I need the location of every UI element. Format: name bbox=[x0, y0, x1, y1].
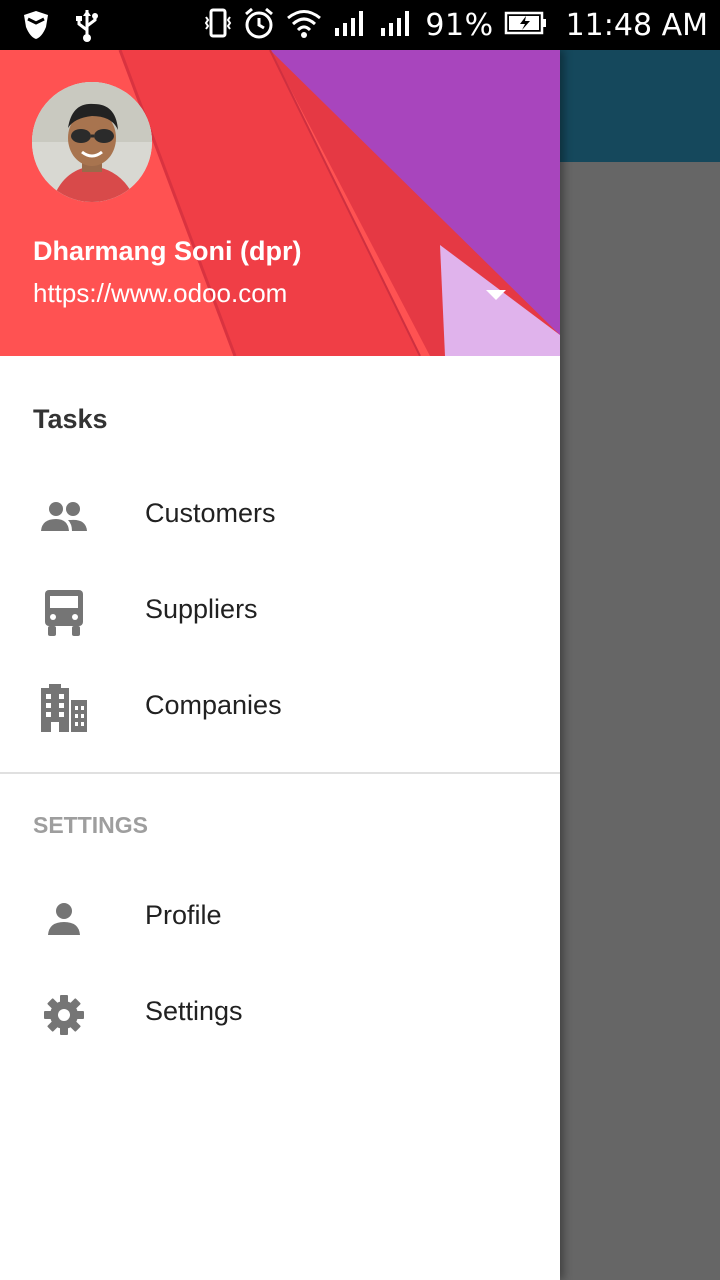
gear-icon bbox=[36, 990, 92, 1040]
nav-item-profile[interactable]: Profile bbox=[0, 870, 560, 966]
nav-item-label: Settings bbox=[145, 996, 243, 1026]
navigation-drawer: Dharmang Soni (dpr) https://www.odoo.com… bbox=[0, 50, 560, 1280]
chevron-down-icon[interactable] bbox=[484, 288, 508, 302]
nav-item-companies[interactable]: Companies bbox=[0, 660, 560, 756]
nav-item-settings[interactable]: Settings bbox=[0, 966, 560, 1062]
status-bar: 91% 11:48 AM bbox=[0, 0, 720, 50]
building-icon bbox=[36, 684, 92, 734]
nav-item-label: Profile bbox=[145, 900, 222, 930]
drawer-scrim[interactable] bbox=[560, 162, 720, 1280]
drawer-header[interactable]: Dharmang Soni (dpr) https://www.odoo.com bbox=[0, 50, 560, 356]
app-bar bbox=[560, 50, 720, 162]
nav-item-customers[interactable]: Customers bbox=[0, 468, 560, 564]
section-title-tasks: Tasks bbox=[33, 404, 108, 434]
nav-item-label: Customers bbox=[145, 498, 276, 528]
signal-2-icon bbox=[379, 8, 415, 43]
clock: 11:48 AM bbox=[565, 7, 708, 43]
nav-item-label: Companies bbox=[145, 690, 282, 720]
wifi-icon bbox=[285, 7, 323, 44]
user-url: https://www.odoo.com bbox=[33, 278, 288, 308]
nav-item-suppliers[interactable]: Suppliers bbox=[0, 564, 560, 660]
usb-icon bbox=[74, 8, 100, 47]
people-icon bbox=[36, 492, 92, 542]
user-name: Dharmang Soni (dpr) bbox=[33, 236, 302, 266]
section-title-settings: SETTINGS bbox=[33, 812, 149, 838]
vibrate-icon bbox=[203, 7, 233, 44]
battery-percent: 91% bbox=[425, 7, 494, 43]
section-divider bbox=[0, 772, 560, 774]
shield-icon bbox=[22, 9, 50, 46]
battery-charging-icon bbox=[504, 10, 548, 41]
alarm-icon bbox=[243, 6, 275, 45]
nav-item-label: Suppliers bbox=[145, 594, 258, 624]
signal-icon bbox=[333, 8, 369, 43]
avatar[interactable] bbox=[32, 82, 152, 202]
truck-icon bbox=[36, 588, 92, 638]
person-icon bbox=[36, 894, 92, 944]
